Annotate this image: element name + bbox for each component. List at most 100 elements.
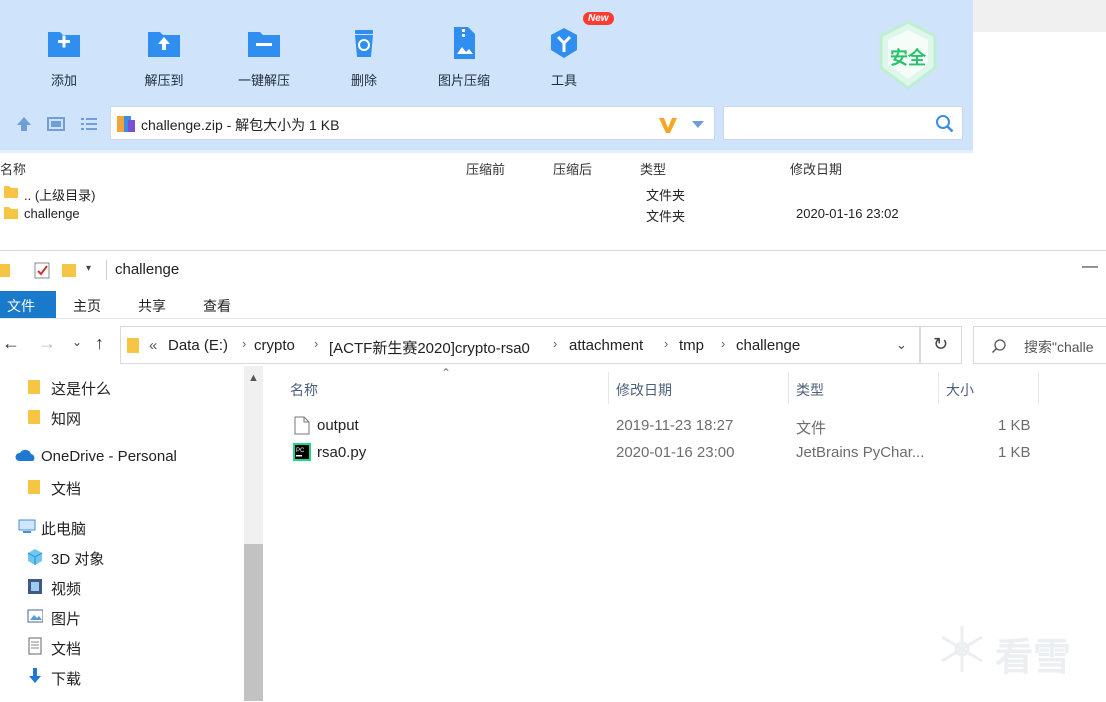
properties-icon[interactable] bbox=[34, 262, 50, 279]
navigation-pane: 这是什么 知网 OneDrive - Personal 文档 此电脑 3D 对象… bbox=[0, 366, 263, 701]
add-label: 添加 bbox=[50, 73, 77, 88]
breadcrumb-separator-icon[interactable]: › bbox=[314, 336, 318, 351]
folder-icon bbox=[28, 410, 40, 424]
column-divider[interactable] bbox=[1038, 372, 1039, 404]
nav-item-3d-objects[interactable]: 3D 对象 bbox=[0, 542, 240, 572]
col-modified[interactable]: 修改日期 bbox=[616, 380, 672, 400]
title-divider bbox=[106, 260, 107, 280]
file-row[interactable]: PC rsa0.py 2020-01-16 23:00 JetBrains Py… bbox=[290, 440, 1050, 466]
nav-item-video[interactable]: 视频 bbox=[0, 572, 240, 602]
extract-to-icon bbox=[148, 32, 180, 57]
zip-search-input[interactable] bbox=[723, 106, 963, 140]
tab-share[interactable]: 共享 bbox=[138, 296, 166, 316]
nav-item-documents[interactable]: 文档 bbox=[0, 632, 240, 662]
breadcrumb-item[interactable]: [ACTF新生赛2020]crypto-rsa0 bbox=[329, 337, 530, 358]
thumbnail-view-icon[interactable] bbox=[46, 114, 66, 134]
security-badge[interactable]: 安全 bbox=[877, 20, 939, 92]
breadcrumb-separator-icon[interactable]: › bbox=[664, 336, 668, 351]
nav-item-this-pc[interactable]: 此电脑 bbox=[0, 512, 240, 542]
zip-col-before[interactable]: 压缩前 bbox=[466, 159, 505, 178]
zip-col-name[interactable]: 名称 bbox=[0, 159, 26, 178]
zip-col-after[interactable]: 压缩后 bbox=[553, 159, 592, 178]
onedrive-icon bbox=[15, 449, 35, 461]
search-icon[interactable] bbox=[935, 114, 955, 134]
breadcrumb-item[interactable]: Data (E:) bbox=[168, 337, 228, 354]
nav-item-pictures[interactable]: 图片 bbox=[0, 602, 240, 632]
window-title: challenge bbox=[115, 261, 180, 278]
image-compress-label: 图片压缩 bbox=[437, 73, 490, 88]
minimize-button[interactable]: — bbox=[1082, 258, 1098, 276]
chevron-down-icon[interactable] bbox=[691, 119, 705, 129]
breadcrumb-separator-icon[interactable]: › bbox=[242, 336, 246, 351]
back-arrow-icon[interactable]: ← bbox=[2, 333, 20, 354]
nav-item-onedrive[interactable]: OneDrive - Personal bbox=[0, 442, 240, 472]
breadcrumb-item[interactable]: crypto bbox=[254, 337, 295, 354]
col-name[interactable]: 名称 bbox=[290, 380, 318, 400]
tab-file[interactable]: 文件 bbox=[0, 291, 56, 318]
zip-row-challenge[interactable]: challenge 文件夹 2020-01-16 23:02 bbox=[0, 203, 973, 224]
nav-scrollbar-thumb[interactable] bbox=[244, 544, 263, 701]
column-divider[interactable] bbox=[938, 372, 939, 404]
v-logo-icon[interactable] bbox=[657, 115, 679, 135]
refresh-button[interactable]: ↻ bbox=[920, 326, 962, 364]
breadcrumb-overflow[interactable]: « bbox=[149, 337, 157, 354]
sort-indicator-icon: ⌃ bbox=[441, 366, 452, 380]
add-button[interactable]: 添加 bbox=[19, 18, 109, 94]
nav-item-download[interactable]: 下载 bbox=[0, 662, 240, 692]
snowflake-icon bbox=[941, 626, 983, 672]
zip-row-name: challenge bbox=[24, 206, 80, 221]
explorer-search-input[interactable]: 搜索"challe bbox=[973, 326, 1106, 364]
refresh-icon: ↻ bbox=[933, 334, 949, 354]
column-divider[interactable] bbox=[608, 372, 609, 404]
zip-row-parent[interactable]: .. (上级目录) 文件夹 bbox=[0, 182, 973, 203]
breadcrumb-separator-icon[interactable]: › bbox=[721, 336, 725, 351]
pictures-icon bbox=[27, 609, 43, 623]
list-view-icon[interactable] bbox=[79, 114, 99, 134]
col-size[interactable]: 大小 bbox=[946, 380, 974, 400]
file-name: output bbox=[317, 417, 359, 434]
search-placeholder: 搜索"challe bbox=[1024, 339, 1094, 355]
scroll-up-arrow-icon[interactable]: ▲ bbox=[248, 372, 259, 384]
nav-item-folder[interactable]: 知网 bbox=[0, 402, 240, 432]
up-arrow-icon[interactable] bbox=[14, 114, 34, 134]
tools-button[interactable]: New 工具 bbox=[519, 12, 614, 94]
address-bar[interactable]: « Data (E:) › crypto › [ACTF新生赛2020]cryp… bbox=[120, 326, 920, 364]
col-type[interactable]: 类型 bbox=[796, 380, 824, 400]
breadcrumb-item[interactable]: tmp bbox=[679, 337, 704, 354]
extract-to-label: 解压到 bbox=[144, 73, 184, 88]
breadcrumb-item[interactable]: challenge bbox=[736, 337, 800, 354]
breadcrumb-separator-icon[interactable]: › bbox=[553, 336, 557, 351]
file-row[interactable]: output 2019-11-23 18:27 文件 1 KB bbox=[290, 413, 1050, 439]
tab-view[interactable]: 查看 bbox=[203, 296, 231, 316]
forward-arrow-icon[interactable]: → bbox=[38, 333, 56, 354]
zip-path-bar[interactable]: challenge.zip - 解包大小为 1 KB bbox=[110, 106, 715, 140]
nav-item-label: 下载 bbox=[51, 671, 82, 688]
breadcrumb-item[interactable]: attachment bbox=[569, 337, 643, 354]
tab-home[interactable]: 主页 bbox=[73, 296, 101, 316]
new-folder-icon[interactable] bbox=[62, 262, 76, 278]
nav-item-folder[interactable]: 这是什么 bbox=[0, 372, 240, 402]
delete-button[interactable]: 删除 bbox=[319, 18, 409, 94]
file-size: 1 KB bbox=[998, 417, 1031, 434]
column-divider[interactable] bbox=[788, 372, 789, 404]
address-dropdown-chevron-icon[interactable]: ⌄ bbox=[896, 337, 907, 353]
search-icon bbox=[991, 339, 1006, 354]
security-badge-label: 安全 bbox=[890, 48, 926, 68]
zip-col-modified[interactable]: 修改日期 bbox=[790, 159, 842, 178]
one-click-extract-button[interactable]: 一键解压 bbox=[219, 18, 309, 94]
nav-item-folder[interactable]: 文档 bbox=[0, 472, 240, 502]
up-arrow-icon[interactable]: ↑ bbox=[95, 333, 104, 354]
file-icon bbox=[294, 416, 310, 435]
zip-col-type[interactable]: 类型 bbox=[640, 159, 666, 178]
folder-icon bbox=[127, 338, 139, 353]
image-compress-button[interactable]: 图片压缩 bbox=[419, 18, 509, 94]
image-compress-icon bbox=[454, 27, 475, 59]
file-name: rsa0.py bbox=[317, 444, 367, 461]
file-modified: 2020-01-16 23:00 bbox=[616, 444, 735, 461]
folder-icon bbox=[4, 207, 18, 219]
quick-access-dropdown-icon[interactable]: ▾ bbox=[86, 263, 91, 274]
background-window bbox=[973, 0, 1106, 250]
recent-locations-chevron-icon[interactable]: ⌄ bbox=[72, 335, 82, 349]
video-icon bbox=[28, 579, 42, 594]
extract-to-button[interactable]: 解压到 bbox=[119, 18, 209, 94]
